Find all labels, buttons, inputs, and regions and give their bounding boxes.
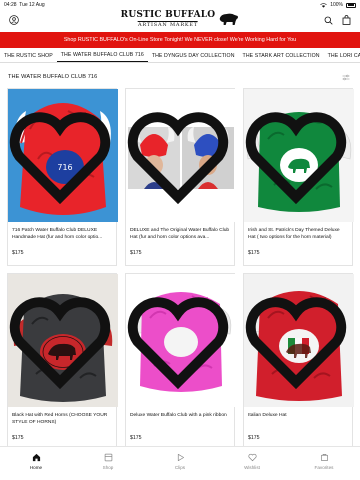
nav-wishlist[interactable]: Wishlist xyxy=(222,453,282,470)
product-card[interactable]: Irish and St. Patrick's Day Themed Delux… xyxy=(243,88,354,266)
account-button[interactable] xyxy=(8,14,20,26)
announcement-bar[interactable]: Shop RUSTIC BUFFALO's On-Line Store Toni… xyxy=(0,32,360,48)
nav-favorites-label: Favorites xyxy=(314,465,334,470)
brand-logo[interactable]: RUSTIC BUFFALO ARTISAN MARKET xyxy=(121,11,240,28)
clips-icon xyxy=(177,453,184,462)
filter-icon xyxy=(342,74,350,80)
product-image[interactable] xyxy=(8,274,118,407)
product-name[interactable]: 716 Patch Water Buffalo Club DELUXE Hand… xyxy=(8,222,116,248)
product-card[interactable]: Italian Deluxe Hat $175 xyxy=(243,273,354,451)
status-date: Tue 12 Aug xyxy=(19,2,45,8)
wishlist-heart-icon[interactable] xyxy=(8,276,115,407)
product-image[interactable] xyxy=(244,274,354,407)
battery-percent: 100% xyxy=(330,2,343,8)
search-button[interactable] xyxy=(322,14,334,26)
nav-clips-label: Clips xyxy=(174,465,186,470)
logo-subtitle: ARTISAN MARKET xyxy=(137,21,199,28)
product-image[interactable]: 716 xyxy=(8,89,118,222)
wishlist-heart-icon[interactable] xyxy=(8,91,115,222)
status-bar: 04:28 Tue 12 Aug 100% xyxy=(0,0,360,10)
product-image[interactable] xyxy=(126,274,236,407)
tab-lori-cap[interactable]: THE LORI CAP xyxy=(324,53,360,62)
product-name[interactable]: Italian Deluxe Hat xyxy=(244,407,352,433)
product-card[interactable]: DELUXE and The Original Water Buffalo Cl… xyxy=(125,88,236,266)
app-header: RUSTIC BUFFALO ARTISAN MARKET xyxy=(0,10,360,30)
product-name[interactable]: Black Hat with Red Horns (CHOOSE YOUR ST… xyxy=(8,407,116,433)
status-left: 04:28 Tue 12 Aug xyxy=(4,2,45,8)
product-image[interactable] xyxy=(244,89,354,222)
collection-tabs: THE RUSTIC SHOP THE WATER BUFFALO CLUB 7… xyxy=(0,49,360,63)
announcement-text: Shop RUSTIC BUFFALO's On-Line Store Toni… xyxy=(63,37,297,43)
wishlist-heart-icon[interactable] xyxy=(126,91,233,222)
search-icon xyxy=(324,16,333,25)
collection-title: THE WATER BUFFALO CLUB 716 xyxy=(8,74,98,80)
product-card[interactable]: Black Hat with Red Horns (CHOOSE YOUR ST… xyxy=(7,273,118,451)
tab-water-buffalo-club[interactable]: THE WATER BUFFALO CLUB 716 xyxy=(56,52,148,62)
nav-shop[interactable]: Shop xyxy=(78,453,138,470)
nav-home[interactable]: Home xyxy=(6,453,66,470)
shop-icon xyxy=(104,453,112,462)
favorites-icon xyxy=(320,453,328,462)
product-name[interactable]: Deluxe Water Buffalo Club with a pink ri… xyxy=(126,407,234,433)
nav-home-label: Home xyxy=(29,465,43,470)
wishlist-heart-icon[interactable] xyxy=(244,276,351,407)
battery-icon xyxy=(346,2,356,8)
nav-shop-label: Shop xyxy=(102,465,114,470)
product-price: $175 xyxy=(130,250,142,256)
buffalo-logo-icon xyxy=(219,13,238,26)
tab-dyngus-day[interactable]: THE DYNGUS DAY COLLECTION xyxy=(148,53,239,62)
product-name[interactable]: Irish and St. Patrick's Day Themed Delux… xyxy=(244,222,352,248)
wifi-icon xyxy=(320,2,327,8)
cart-button[interactable] xyxy=(340,14,352,26)
collection-header: THE WATER BUFFALO CLUB 716 xyxy=(0,63,360,91)
product-price: $175 xyxy=(130,435,142,441)
heart-icon xyxy=(247,453,257,462)
product-price: $175 xyxy=(12,250,24,256)
bag-icon xyxy=(342,15,350,25)
nav-wishlist-label: Wishlist xyxy=(244,465,260,470)
product-price: $175 xyxy=(248,250,260,256)
wishlist-heart-icon[interactable] xyxy=(244,91,351,222)
product-name[interactable]: DELUXE and The Original Water Buffalo Cl… xyxy=(126,222,234,248)
user-icon xyxy=(9,15,19,25)
status-time: 04:28 xyxy=(4,2,17,8)
filter-button[interactable] xyxy=(340,71,352,83)
tab-rustic-shop[interactable]: THE RUSTIC SHOP xyxy=(0,53,57,62)
bottom-nav: Home Shop Clips Wishlist Favorites xyxy=(0,446,360,480)
tab-stark-art[interactable]: THE STARK ART COLLECTION xyxy=(239,53,324,62)
product-image[interactable] xyxy=(126,89,236,222)
product-card[interactable]: 716 716 Patch Water Buffalo Club DELUXE … xyxy=(7,88,118,266)
nav-clips[interactable]: Clips xyxy=(150,453,210,470)
product-price: $175 xyxy=(12,435,24,441)
product-grid: 716 716 Patch Water Buffalo Club DELUXE … xyxy=(7,88,354,478)
home-icon xyxy=(32,453,40,462)
logo-title: RUSTIC BUFFALO xyxy=(120,10,216,20)
product-card[interactable]: Deluxe Water Buffalo Club with a pink ri… xyxy=(125,273,236,451)
product-price: $175 xyxy=(248,435,260,441)
wishlist-heart-icon[interactable] xyxy=(126,276,233,407)
nav-favorites[interactable]: Favorites xyxy=(294,453,354,470)
status-right: 100% xyxy=(320,2,356,8)
